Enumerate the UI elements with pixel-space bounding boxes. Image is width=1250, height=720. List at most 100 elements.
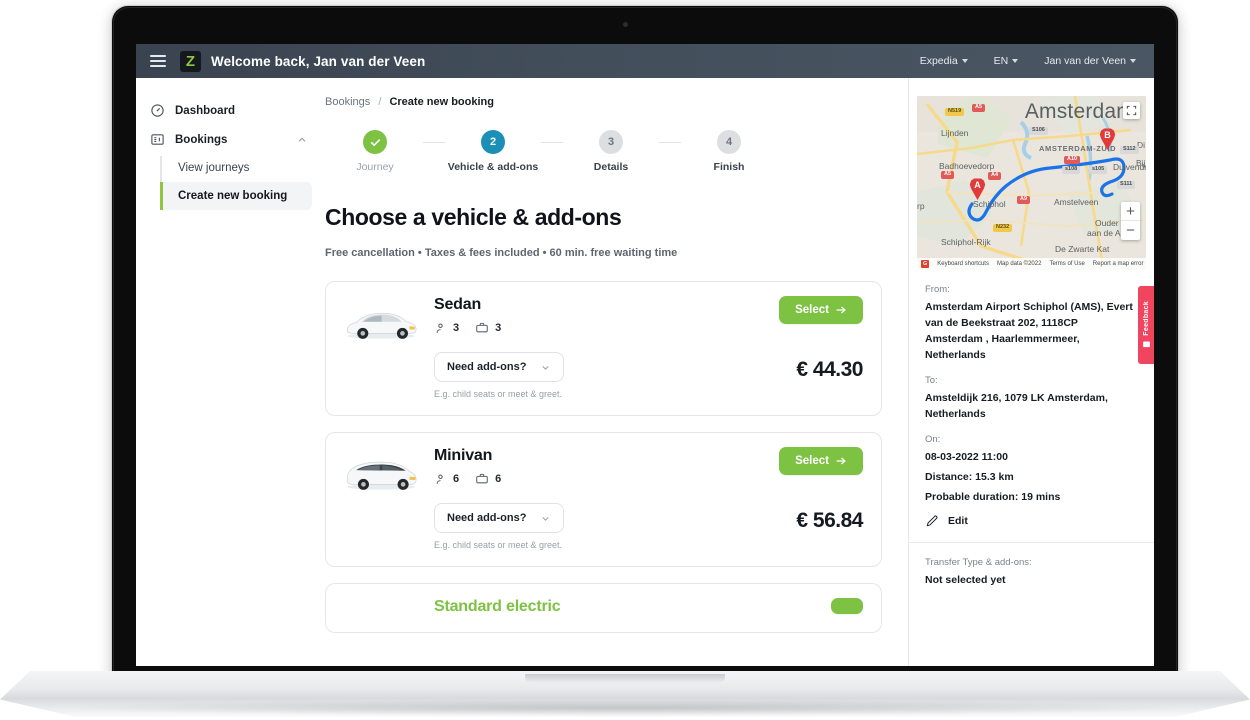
vehicle-card-standard-electric-actions [743,598,863,616]
step-connector [423,142,445,143]
route-map[interactable]: Amsterdam Lijnden Badhoevedorp Schiphol … [917,96,1146,270]
minivan-car-image [342,447,420,550]
luggage-capacity: 3 [475,321,501,335]
vehicle-capacity: 6 6 [434,472,729,486]
breadcrumb-bookings-link[interactable]: Bookings [325,96,370,108]
select-button-standard-electric[interactable] [831,598,863,615]
step-finish-label: Finish [713,161,745,173]
transfer-type-section: Transfer Type & add-ons: Not selected ye… [909,541,1154,589]
map-zoom-out-button[interactable]: − [1121,221,1140,240]
header-language-label: EN [993,55,1009,67]
from-label: From: [925,284,950,295]
addons-dropdown-label: Need add-ons? [447,512,527,525]
vehicle-card-sedan[interactable]: Sedan 3 3 Need add-ons? E.g. child seats… [325,281,882,417]
screenshot-stage: Z Welcome back, Jan van der Veen Expedia… [0,0,1250,720]
to-value: Amsteldijk 216, 1079 LK Amsterdam, Nethe… [925,391,1108,420]
map-zoom-controls[interactable]: + − [1121,202,1140,240]
passenger-count: 6 [453,473,460,486]
road-shield: N519 [945,108,965,116]
road-shield: A5 [941,171,955,179]
sidebar-item-view-journeys[interactable]: View journeys [160,154,321,182]
chevron-down-icon [1130,59,1136,64]
arrow-right-icon [836,306,846,314]
addons-dropdown-sedan[interactable]: Need add-ons? [434,352,564,383]
map-place-label: Schiphol [973,199,1006,209]
step-details[interactable]: 3 Details [563,130,659,174]
vehicle-card-standard-electric[interactable]: Standard electric [325,583,882,634]
person-icon [436,474,443,484]
road-shield: A4 [988,172,1002,180]
map-place-label: AMSTERDAM-ZUID [1039,144,1117,153]
suitcase-icon [476,322,488,333]
edit-label: Edit [948,514,968,527]
header-partner-label: Expedia [919,55,958,67]
map-zoom-in-button[interactable]: + [1121,202,1140,221]
map-terms-link[interactable]: Terms of Use [1049,261,1084,267]
feedback-tab[interactable]: Feedback [1138,286,1154,364]
sedan-car-image [342,296,420,399]
map-place-label: Badhoevedorp [939,161,995,171]
vehicle-card-minivan-info: Minivan 6 6 Need add-ons? E.g. child sea… [434,447,729,550]
journey-summary: From: Amsterdam Airport Schiphol (AMS), … [909,270,1154,528]
map-report-error-link[interactable]: Report a map error [1093,261,1144,267]
brand-logo-icon[interactable]: Z [180,50,201,72]
vehicle-price: € 56.84 [796,509,863,533]
sidebar-subnav: View journeys Create new booking [160,154,321,210]
laptop-camera-icon [623,22,628,27]
chevron-up-icon[interactable] [297,135,307,145]
passenger-count: 3 [453,322,460,335]
check-icon [370,138,380,146]
sidebar: Dashboard Bookings View journeys Create … [136,78,321,666]
edit-journey-button[interactable]: Edit [925,514,1138,528]
sidebar-item-view-journeys-label: View journeys [178,162,250,174]
map-marker-a-label: A [974,180,981,190]
header-language-dropdown[interactable]: EN [994,55,1019,67]
sidebar-item-create-new-booking-label: Create new booking [178,190,288,202]
road-shield: S106 [1029,127,1048,135]
sidebar-item-bookings[interactable]: Bookings [136,125,321,154]
select-button-minivan[interactable]: Select [779,447,863,476]
sidebar-item-create-new-booking[interactable]: Create new booking [160,182,312,210]
suitcase-icon [476,473,488,484]
person-icon [436,323,443,333]
header-partner-dropdown[interactable]: Expedia [920,55,968,67]
step-finish[interactable]: 4 Finish [681,130,777,174]
distance-value: Distance: 15.3 km [925,470,1014,483]
chevron-down-icon [961,59,968,64]
sidebar-item-dashboard[interactable]: Dashboard [136,96,321,125]
map-attribution-bar: G Keyboard shortcuts Map data ©2022 Term… [917,258,1146,270]
passenger-capacity: 6 [434,473,459,486]
to-label: To: [925,374,938,386]
map-place-label: Ouder [1095,218,1119,228]
app-header: Z Welcome back, Jan van der Veen Expedia… [136,44,1154,78]
vehicle-card-minivan[interactable]: Minivan 6 6 Need add-ons? E.g. child sea… [325,432,882,568]
addons-dropdown-minivan[interactable]: Need add-ons? [434,503,564,534]
select-button-sedan[interactable]: Select [779,296,863,325]
hamburger-menu-icon[interactable] [150,55,166,67]
feedback-smiley-icon [1142,341,1150,348]
step-vehicle-addons[interactable]: 2 Vehicle & add-ons [445,130,541,174]
welcome-title: Welcome back, Jan van der Veen [211,53,426,69]
bookings-icon [150,132,165,147]
page-title: Choose a vehicle & add-ons [325,204,622,231]
duration-value: Probable duration: 19 mins [925,490,1061,503]
map-keyboard-shortcuts-link[interactable]: Keyboard shortcuts [937,261,989,267]
step-details-label: Details [593,161,629,173]
breadcrumb-current: Create new booking [389,96,494,108]
map-fullscreen-button[interactable] [1123,102,1140,119]
browser-screen: Z Welcome back, Jan van der Veen Expedia… [136,44,1154,666]
on-datetime-value: 08-03-2022 11:00 [925,450,1008,463]
vehicle-name: Standard electric [434,598,561,616]
map-place-label: De Zwarte Kat [1055,244,1110,254]
arrow-right-icon [836,457,846,465]
road-shield: A5 [972,104,986,112]
page-subtitle: Free cancellation • Taxes & fees include… [325,247,678,260]
step-journey[interactable]: Journey [327,130,423,174]
map-place-label: Schiphol-Rijk [941,237,991,247]
map-place-label: aan de A [1087,228,1121,238]
header-user-dropdown[interactable]: Jan van der Veen [1044,55,1136,67]
booking-summary-panel: Amsterdam Lijnden Badhoevedorp Schiphol … [908,78,1154,666]
laptop-base-notch [525,674,725,683]
luggage-count: 3 [495,322,502,335]
road-shield: N232 [993,224,1013,232]
